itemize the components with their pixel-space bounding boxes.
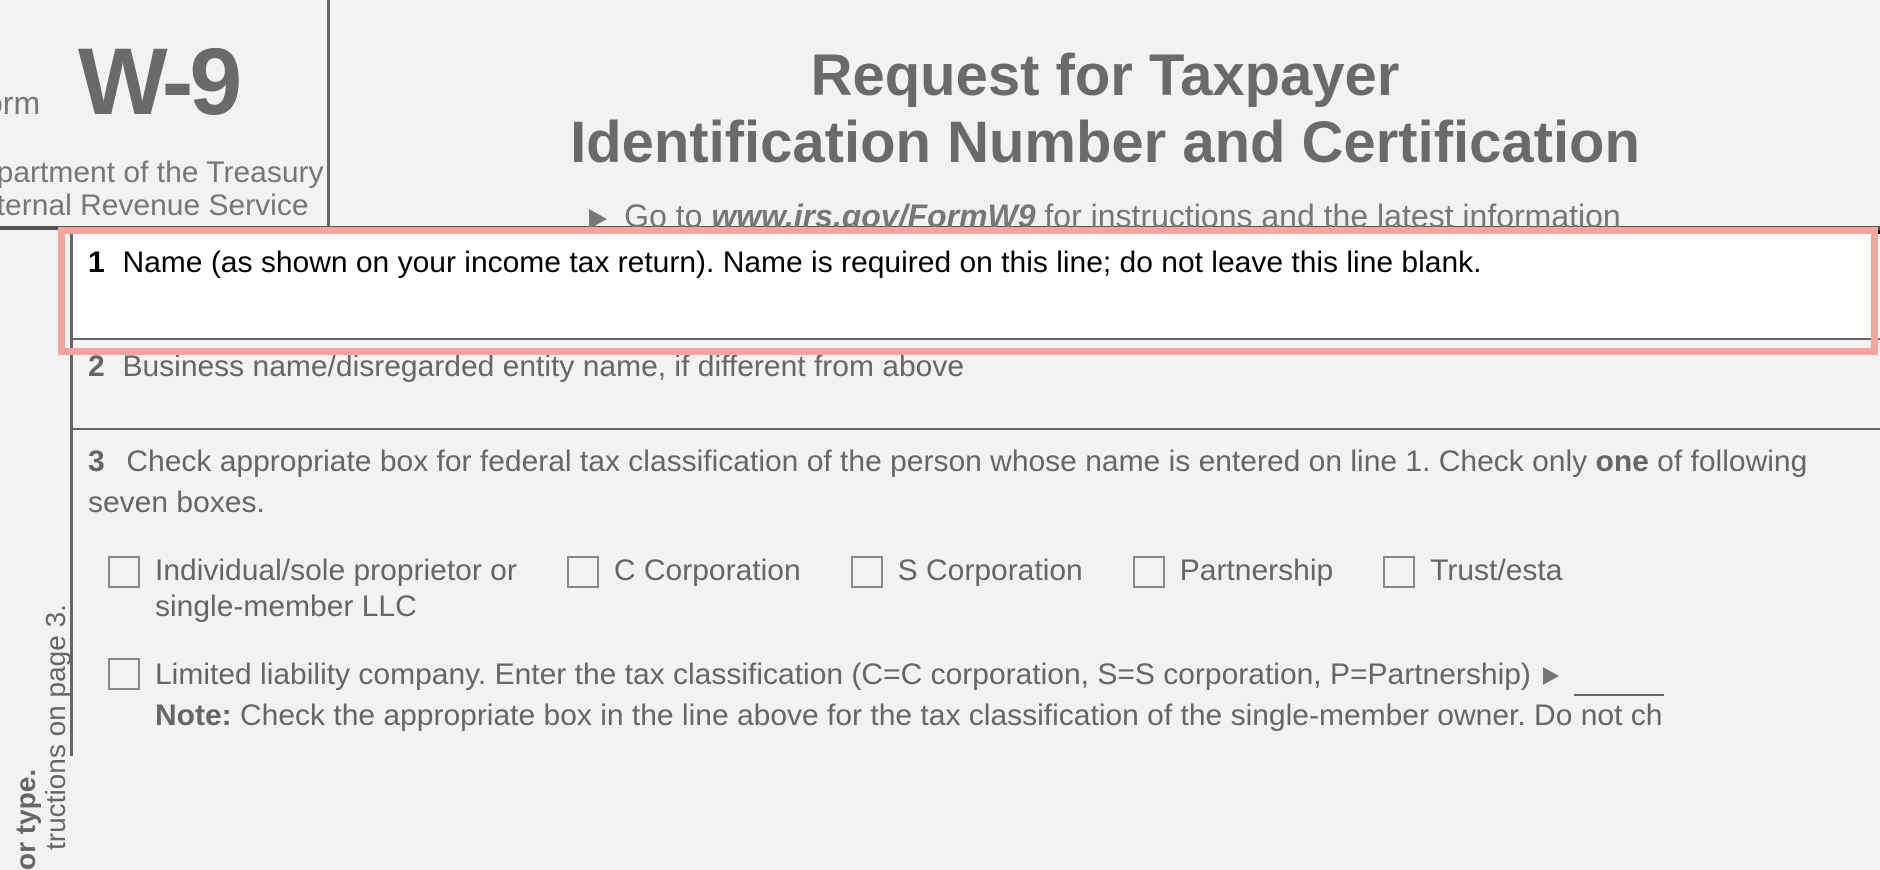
department-text: epartment of the Treasury nternal Revenu… (0, 156, 324, 222)
w9-form: orm W-9 epartment of the Treasury nterna… (0, 0, 1880, 856)
arrow-right-icon (1543, 667, 1559, 685)
classification-checkbox-row: Individual/sole proprietor or single-mem… (88, 553, 1860, 625)
checkbox-s-corp[interactable]: S Corporation (851, 553, 1083, 625)
field-3-text-part1: Check appropriate box for federal tax cl… (126, 445, 1595, 478)
dept-line-2: nternal Revenue Service (0, 189, 324, 222)
checkbox-trust-label: Trust/esta (1430, 553, 1562, 589)
checkbox-individual[interactable]: Individual/sole proprietor or single-mem… (108, 553, 517, 625)
form-body: tructions on page 3. or type. 1 Name (as… (0, 230, 1880, 756)
checkbox-individual-label: Individual/sole proprietor or single-mem… (155, 553, 517, 625)
field-1-number: 1 (88, 246, 118, 280)
llc-note-label: Note: (155, 699, 232, 732)
field-2-number: 2 (88, 350, 118, 384)
checkbox-icon[interactable] (1383, 556, 1415, 588)
field-3-number: 3 (88, 442, 118, 483)
dept-line-1: epartment of the Treasury (0, 156, 324, 189)
checkbox-individual-line1: Individual/sole proprietor or (155, 553, 517, 589)
goto-suffix: for instructions and the latest informat… (1036, 198, 1621, 234)
arrow-right-icon (589, 209, 607, 229)
main-content: 1 Name (as shown on your income tax retu… (70, 230, 1880, 756)
checkbox-partnership-label: Partnership (1180, 553, 1333, 589)
checkbox-c-corp-label: C Corporation (614, 553, 801, 589)
field-3-bold-one: one (1596, 445, 1649, 478)
field-line-2[interactable]: 2 Business name/disregarded entity name,… (73, 340, 1880, 430)
checkbox-icon[interactable] (108, 658, 140, 690)
field-line-3: 3 Check appropriate box for federal tax … (73, 430, 1880, 756)
checkbox-trust[interactable]: Trust/esta (1383, 553, 1562, 625)
field-line-1[interactable]: 1 Name (as shown on your income tax retu… (73, 230, 1880, 340)
llc-note-text: Check the appropriate box in the line ab… (232, 699, 1663, 732)
header-left-block: orm W-9 epartment of the Treasury nterna… (0, 0, 330, 226)
title-line-2: Identification Number and Certification (330, 109, 1880, 176)
goto-url: www.irs.gov/FormW9 (711, 198, 1035, 234)
field-3-instruction: 3 Check appropriate box for federal tax … (88, 442, 1860, 523)
checkbox-icon[interactable] (851, 556, 883, 588)
field-1-text: Name (as shown on your income tax return… (122, 246, 1481, 279)
llc-blank-line[interactable] (1574, 694, 1664, 696)
llc-main-text: Limited liability company. Enter the tax… (155, 658, 1531, 691)
checkbox-c-corp[interactable]: C Corporation (567, 553, 801, 625)
checkbox-partnership[interactable]: Partnership (1133, 553, 1333, 625)
title-line-1: Request for Taxpayer (330, 42, 1880, 109)
checkbox-icon[interactable] (1133, 556, 1165, 588)
form-number: W-9 (78, 28, 238, 137)
sidebar-instructions-text: tructions on page 3. (40, 604, 72, 850)
checkbox-llc-row: Limited liability company. Enter the tax… (88, 655, 1860, 736)
sidebar-type-text: or type. (10, 769, 42, 870)
checkbox-icon[interactable] (567, 556, 599, 588)
field-2-text: Business name/disregarded entity name, i… (122, 350, 964, 383)
checkbox-icon[interactable] (108, 556, 140, 588)
header-right-block: Request for Taxpayer Identification Numb… (330, 0, 1880, 226)
form-header: orm W-9 epartment of the Treasury nterna… (0, 0, 1880, 230)
checkbox-individual-line2: single-member LLC (155, 589, 517, 625)
sidebar: tructions on page 3. or type. (0, 230, 70, 756)
checkbox-s-corp-label: S Corporation (898, 553, 1083, 589)
llc-text-block: Limited liability company. Enter the tax… (155, 655, 1664, 736)
form-label: orm (0, 85, 40, 122)
goto-prefix: Go to (624, 198, 711, 234)
